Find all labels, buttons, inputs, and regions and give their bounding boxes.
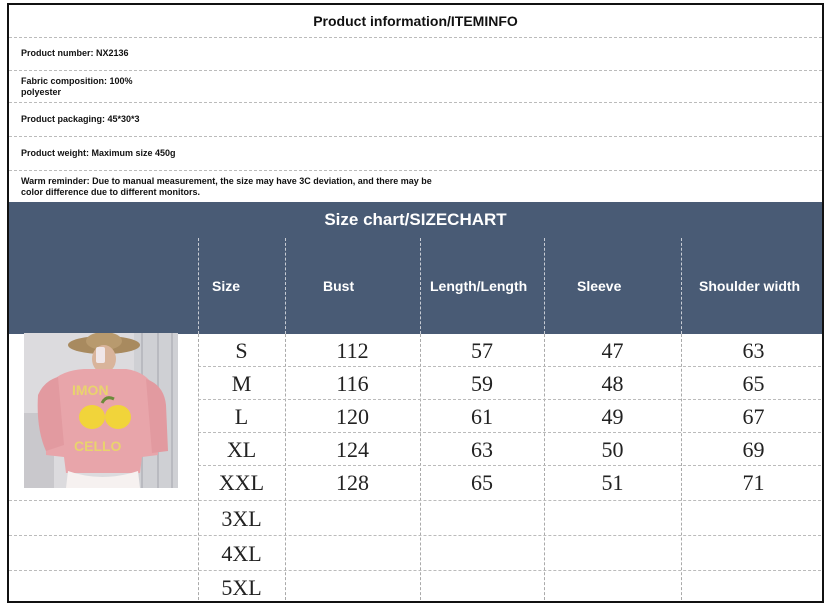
header-size: Size	[212, 278, 241, 294]
sleeve-cell: 49	[601, 403, 624, 429]
sleeve-cell: 47	[601, 337, 624, 363]
bust-cell: 112	[336, 337, 369, 363]
header-divider	[285, 238, 286, 334]
sweater-text-bottom: CELLO	[74, 438, 122, 454]
header-divider	[198, 238, 199, 334]
fabric-line-1: Fabric composition: 100%	[21, 75, 133, 86]
size-cell: M	[231, 370, 252, 396]
length-cell: 61	[471, 403, 493, 429]
row-divider	[9, 535, 822, 536]
product-number: Product number: NX2136	[9, 37, 822, 71]
warm-reminder-line-1: Warm reminder: Due to manual measurement…	[21, 175, 432, 186]
fabric-composition: Fabric composition: 100% polyester	[9, 71, 822, 103]
sleeve-cell: 51	[601, 470, 624, 495]
size-cell: XXL	[218, 470, 265, 495]
header-divider	[420, 238, 421, 334]
sweater-text-top: IMON	[72, 382, 109, 398]
size-cell: L	[234, 403, 249, 429]
header-length: Length/Length	[430, 278, 528, 294]
product-number-text: Product number: NX2136	[21, 48, 129, 58]
product-photo: IMON CELLO	[24, 333, 178, 488]
header-sleeve: Sleeve	[577, 278, 622, 294]
bust-cell: 128	[336, 470, 369, 495]
product-weight-text: Product weight: Maximum size 450g	[21, 148, 176, 158]
header-divider	[544, 238, 545, 334]
fabric-line-2: polyester	[21, 86, 62, 97]
bust-cell: 116	[336, 370, 369, 396]
header-divider	[681, 238, 682, 334]
shoulder-cell: 63	[742, 337, 765, 363]
warm-reminder: Warm reminder: Due to manual measurement…	[9, 171, 822, 202]
product-packaging: Product packaging: 45*30*3	[9, 103, 822, 137]
warm-reminder-text: Warm reminder: Due to manual measurement…	[21, 176, 432, 198]
shoulder-cell: 69	[742, 436, 765, 462]
sleeve-cell: 50	[601, 436, 624, 462]
row-divider	[9, 570, 822, 571]
size-cell: 5XL	[221, 575, 262, 600]
size-cell: 4XL	[221, 540, 262, 566]
bust-cell: 120	[336, 403, 369, 429]
shoulder-cell: 67	[742, 403, 765, 429]
product-packaging-text: Product packaging: 45*30*3	[21, 114, 140, 124]
length-cell: 65	[471, 470, 493, 495]
size-cell: S	[235, 337, 248, 363]
length-cell: 63	[471, 436, 493, 462]
sleeve-cell: 48	[601, 370, 624, 396]
product-sheet: Product information/ITEMINFO Product num…	[7, 3, 824, 603]
header-shoulder-width: Shoulder width	[699, 278, 801, 294]
shoulder-cell: 71	[742, 470, 765, 495]
header-bust: Bust	[323, 278, 355, 294]
size-cell: XL	[226, 436, 257, 462]
size-chart-header: Size Bust Length/Length Sleeve Shoulder …	[9, 238, 822, 334]
product-info-title: Product information/ITEMINFO	[9, 5, 822, 38]
shoulder-cell: 65	[742, 370, 765, 396]
model-sweater-image: IMON CELLO	[24, 333, 178, 488]
product-weight: Product weight: Maximum size 450g	[9, 137, 822, 171]
size-chart-title: Size chart/SIZECHART	[9, 202, 822, 238]
size-cell: 3XL	[221, 505, 262, 531]
length-cell: 57	[471, 337, 493, 363]
fabric-composition-text: Fabric composition: 100% polyester	[21, 76, 133, 98]
warm-reminder-line-2: color difference due to different monito…	[21, 186, 201, 197]
bust-cell: 124	[336, 436, 369, 462]
length-cell: 59	[471, 370, 493, 396]
row-divider	[9, 500, 822, 501]
